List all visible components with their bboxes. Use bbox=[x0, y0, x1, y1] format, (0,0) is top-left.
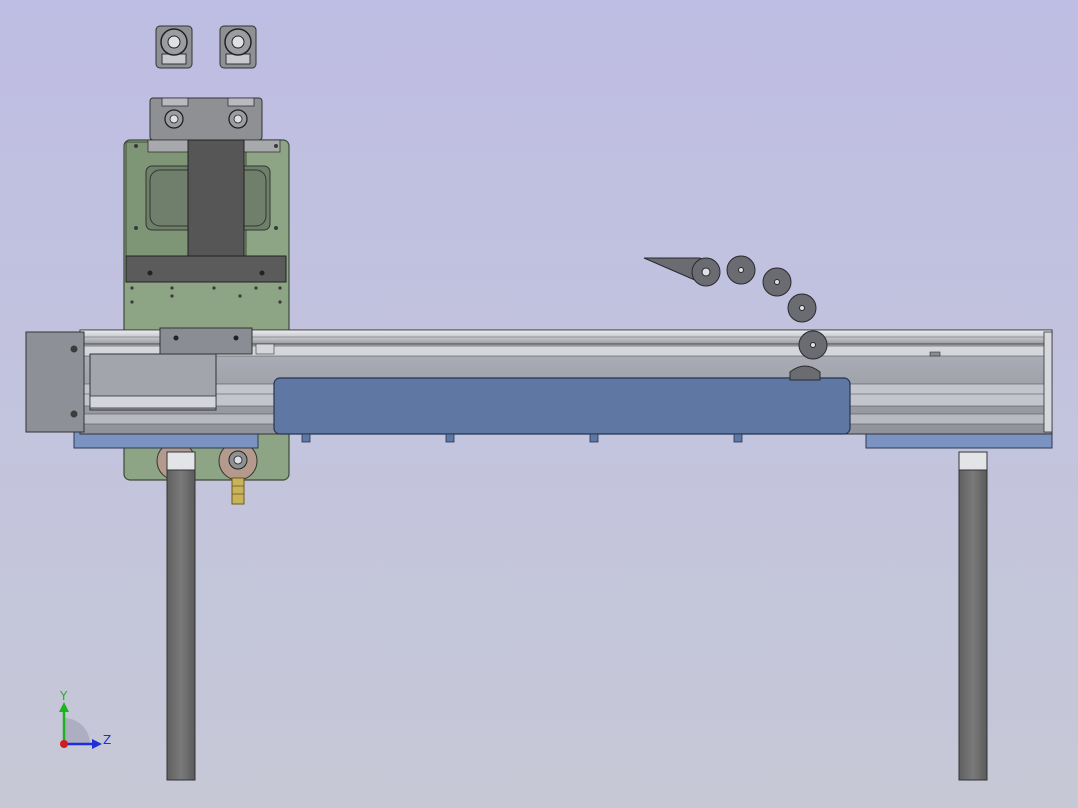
support-leg-left[interactable] bbox=[166, 451, 196, 781]
top-idler-wheel-left[interactable] bbox=[155, 25, 193, 69]
coordinate-triad-icon bbox=[59, 702, 102, 749]
top-idler-wheel-right[interactable] bbox=[219, 25, 257, 69]
triad-z-label: Z bbox=[103, 733, 111, 747]
carriage-cover[interactable] bbox=[273, 377, 851, 443]
support-leg-right[interactable] bbox=[958, 451, 988, 781]
cad-model-drawing[interactable]: Y Z bbox=[0, 0, 1078, 808]
triad-y-label: Y bbox=[59, 689, 68, 703]
rail-end-cap-left[interactable] bbox=[25, 331, 85, 433]
cad-viewport[interactable]: Y Z bbox=[0, 0, 1078, 808]
